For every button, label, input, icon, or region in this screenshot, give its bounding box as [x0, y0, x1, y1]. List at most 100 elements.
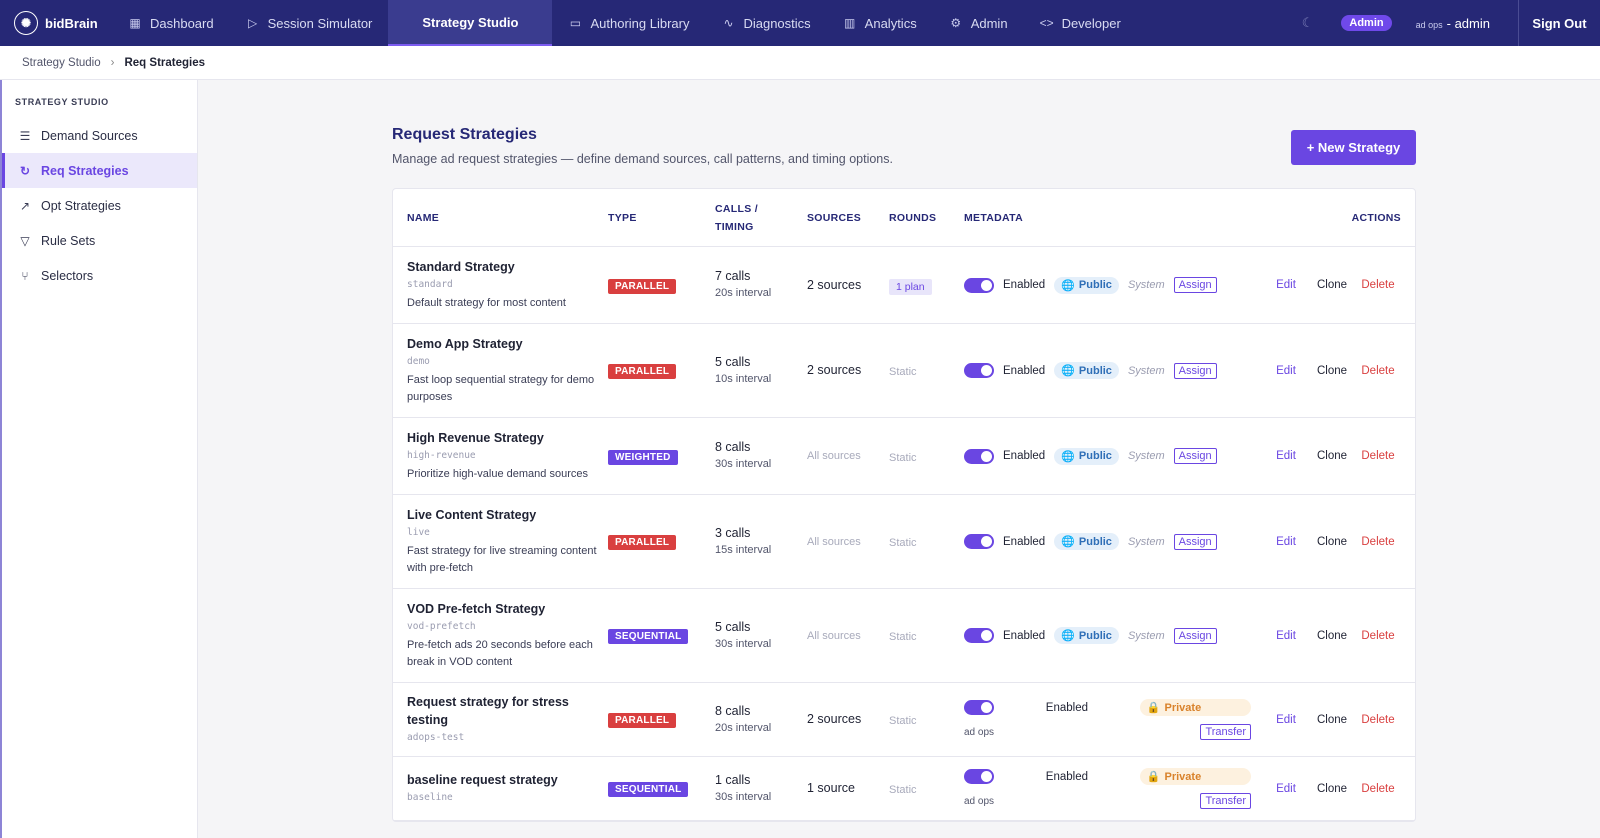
edit-button[interactable]: Edit: [1263, 279, 1309, 291]
col-header-name[interactable]: NAME: [393, 212, 608, 224]
rounds-static: Static: [889, 784, 917, 796]
clone-button[interactable]: Clone: [1309, 450, 1355, 462]
edit-button[interactable]: Edit: [1263, 783, 1309, 795]
clone-button[interactable]: Clone: [1309, 536, 1355, 548]
type-badge: SEQUENTIAL: [608, 782, 689, 797]
sources-value: 1 source: [807, 781, 855, 795]
page-header: Request Strategies Manage ad request str…: [392, 80, 1416, 188]
enabled-toggle[interactable]: [964, 277, 994, 293]
edit-button[interactable]: Edit: [1263, 365, 1309, 377]
nav-dashboard[interactable]: ▦ Dashboard: [112, 0, 230, 46]
calls-interval: 20s interval: [715, 287, 772, 299]
enabled-toggle[interactable]: [964, 628, 994, 643]
sidebar-item-selectors[interactable]: ⑂ Selectors: [2, 258, 197, 293]
edit-button[interactable]: Edit: [1263, 536, 1309, 548]
moon-icon[interactable]: ☾: [1302, 15, 1314, 31]
assign-button[interactable]: Assign: [1173, 533, 1217, 550]
col-header-calls[interactable]: CALLS / TIMING: [715, 200, 807, 236]
clone-button[interactable]: Clone: [1309, 279, 1355, 291]
nav-right: ☾ Admin ad ops - admin Sign Out: [1302, 0, 1600, 46]
assign-button[interactable]: Assign: [1173, 362, 1217, 379]
sources-cell: All sources: [807, 630, 889, 642]
visibility-label: Public: [1078, 535, 1112, 548]
nav-diagnostics[interactable]: ∿ Diagnostics: [705, 0, 826, 46]
sidebar: STRATEGY STUDIO ☰ Demand Sources ↻ Req S…: [0, 80, 198, 838]
enabled-toggle[interactable]: [964, 700, 994, 715]
trend-up-icon: ↗: [19, 198, 31, 213]
nav-label: Strategy Studio: [422, 14, 519, 30]
calls-cell: 7 calls 20s interval: [715, 268, 807, 302]
col-header-type[interactable]: TYPE: [608, 212, 715, 224]
rounds-plan-badge[interactable]: 1 plan: [889, 278, 932, 295]
enabled-toggle[interactable]: [964, 363, 994, 378]
chevron-right-icon: ›: [110, 56, 115, 69]
strategy-title[interactable]: VOD Pre-fetch Strategy: [407, 600, 597, 618]
brand[interactable]: ✺ bidBrain: [0, 11, 112, 35]
type-cell: PARALLEL: [608, 711, 715, 728]
col-header-rounds[interactable]: ROUNDS: [889, 212, 964, 224]
metadata-cell: Enabled 🔒 Private ad ops Transfer: [964, 699, 1251, 740]
col-header-metadata[interactable]: METADATA: [964, 212, 1251, 224]
sources-value: All sources: [807, 535, 861, 548]
strategy-title[interactable]: Live Content Strategy: [407, 506, 597, 524]
visibility-badge: 🔒 Private: [1139, 768, 1251, 785]
assign-button[interactable]: Assign: [1173, 448, 1217, 464]
calls-count: 8 calls: [715, 440, 751, 454]
sidebar-item-req-strategies[interactable]: ↻ Req Strategies: [2, 153, 197, 188]
edit-button[interactable]: Edit: [1263, 630, 1309, 642]
sidebar-item-rule-sets[interactable]: ▽ Rule Sets: [2, 223, 197, 258]
clone-button[interactable]: Clone: [1309, 630, 1355, 642]
sidebar-item-opt-strategies[interactable]: ↗ Opt Strategies: [2, 188, 197, 223]
delete-button[interactable]: Delete: [1355, 630, 1401, 642]
strategies-table: NAME TYPE CALLS / TIMING SOURCES ROUNDS …: [392, 188, 1416, 822]
lock-icon: 🔒: [1146, 702, 1161, 714]
nav-label: Analytics: [864, 15, 917, 31]
type-badge: PARALLEL: [608, 364, 677, 379]
new-strategy-button[interactable]: + New Strategy: [1291, 130, 1416, 165]
nav-strategy-studio[interactable]: Strategy Studio: [388, 0, 553, 46]
sources-cell: 2 sources: [807, 711, 889, 728]
strategy-title[interactable]: baseline request strategy: [407, 771, 597, 789]
clone-button[interactable]: Clone: [1309, 714, 1355, 726]
assign-button[interactable]: Assign: [1173, 277, 1217, 293]
strategy-title[interactable]: Request strategy for stress testing: [407, 693, 597, 729]
clone-button[interactable]: Clone: [1309, 365, 1355, 377]
visibility-label: Public: [1078, 364, 1112, 377]
strategy-title[interactable]: Standard Strategy: [407, 258, 597, 276]
main-content: Request Strategies Manage ad request str…: [392, 80, 1416, 822]
metadata-column: Enabled 🔒 Private ad ops Transfer: [964, 768, 1251, 809]
rounds-static: Static: [889, 631, 917, 643]
enabled-toggle[interactable]: [964, 534, 994, 549]
sign-out-button[interactable]: Sign Out: [1518, 0, 1600, 46]
delete-button[interactable]: Delete: [1355, 714, 1401, 726]
nav-developer[interactable]: <> Developer: [1024, 0, 1137, 46]
enabled-toggle[interactable]: [964, 448, 994, 464]
enabled-toggle[interactable]: [964, 769, 994, 784]
name-cell: Live Content Strategy live Fast strategy…: [393, 496, 608, 587]
assign-button[interactable]: Assign: [1173, 627, 1217, 644]
strategy-title[interactable]: High Revenue Strategy: [407, 429, 597, 447]
delete-button[interactable]: Delete: [1355, 536, 1401, 548]
type-badge: SEQUENTIAL: [608, 629, 689, 644]
breadcrumb-parent[interactable]: Strategy Studio: [22, 57, 101, 69]
rounds-cell: Static: [889, 712, 964, 727]
delete-button[interactable]: Delete: [1355, 450, 1401, 462]
nav-authoring-library[interactable]: ▭ Authoring Library: [552, 0, 705, 46]
sidebar-item-demand-sources[interactable]: ☰ Demand Sources: [2, 118, 197, 153]
delete-button[interactable]: Delete: [1355, 279, 1401, 291]
transfer-button[interactable]: Transfer: [1200, 724, 1251, 740]
delete-button[interactable]: Delete: [1355, 783, 1401, 795]
col-header-sources[interactable]: SOURCES: [807, 212, 889, 224]
calls-interval: 30s interval: [715, 458, 772, 470]
strategy-title[interactable]: Demo App Strategy: [407, 335, 597, 353]
nav-session-simulator[interactable]: ▷ Session Simulator: [230, 0, 389, 46]
table-row: Request strategy for stress testing adop…: [393, 683, 1415, 757]
transfer-button[interactable]: Transfer: [1200, 793, 1251, 809]
nav-admin[interactable]: ⚙ Admin: [933, 0, 1024, 46]
calls-cell: 8 calls 30s interval: [715, 439, 807, 473]
clone-button[interactable]: Clone: [1309, 783, 1355, 795]
delete-button[interactable]: Delete: [1355, 365, 1401, 377]
nav-analytics[interactable]: ▥ Analytics: [827, 0, 933, 46]
edit-button[interactable]: Edit: [1263, 714, 1309, 726]
edit-button[interactable]: Edit: [1263, 450, 1309, 462]
